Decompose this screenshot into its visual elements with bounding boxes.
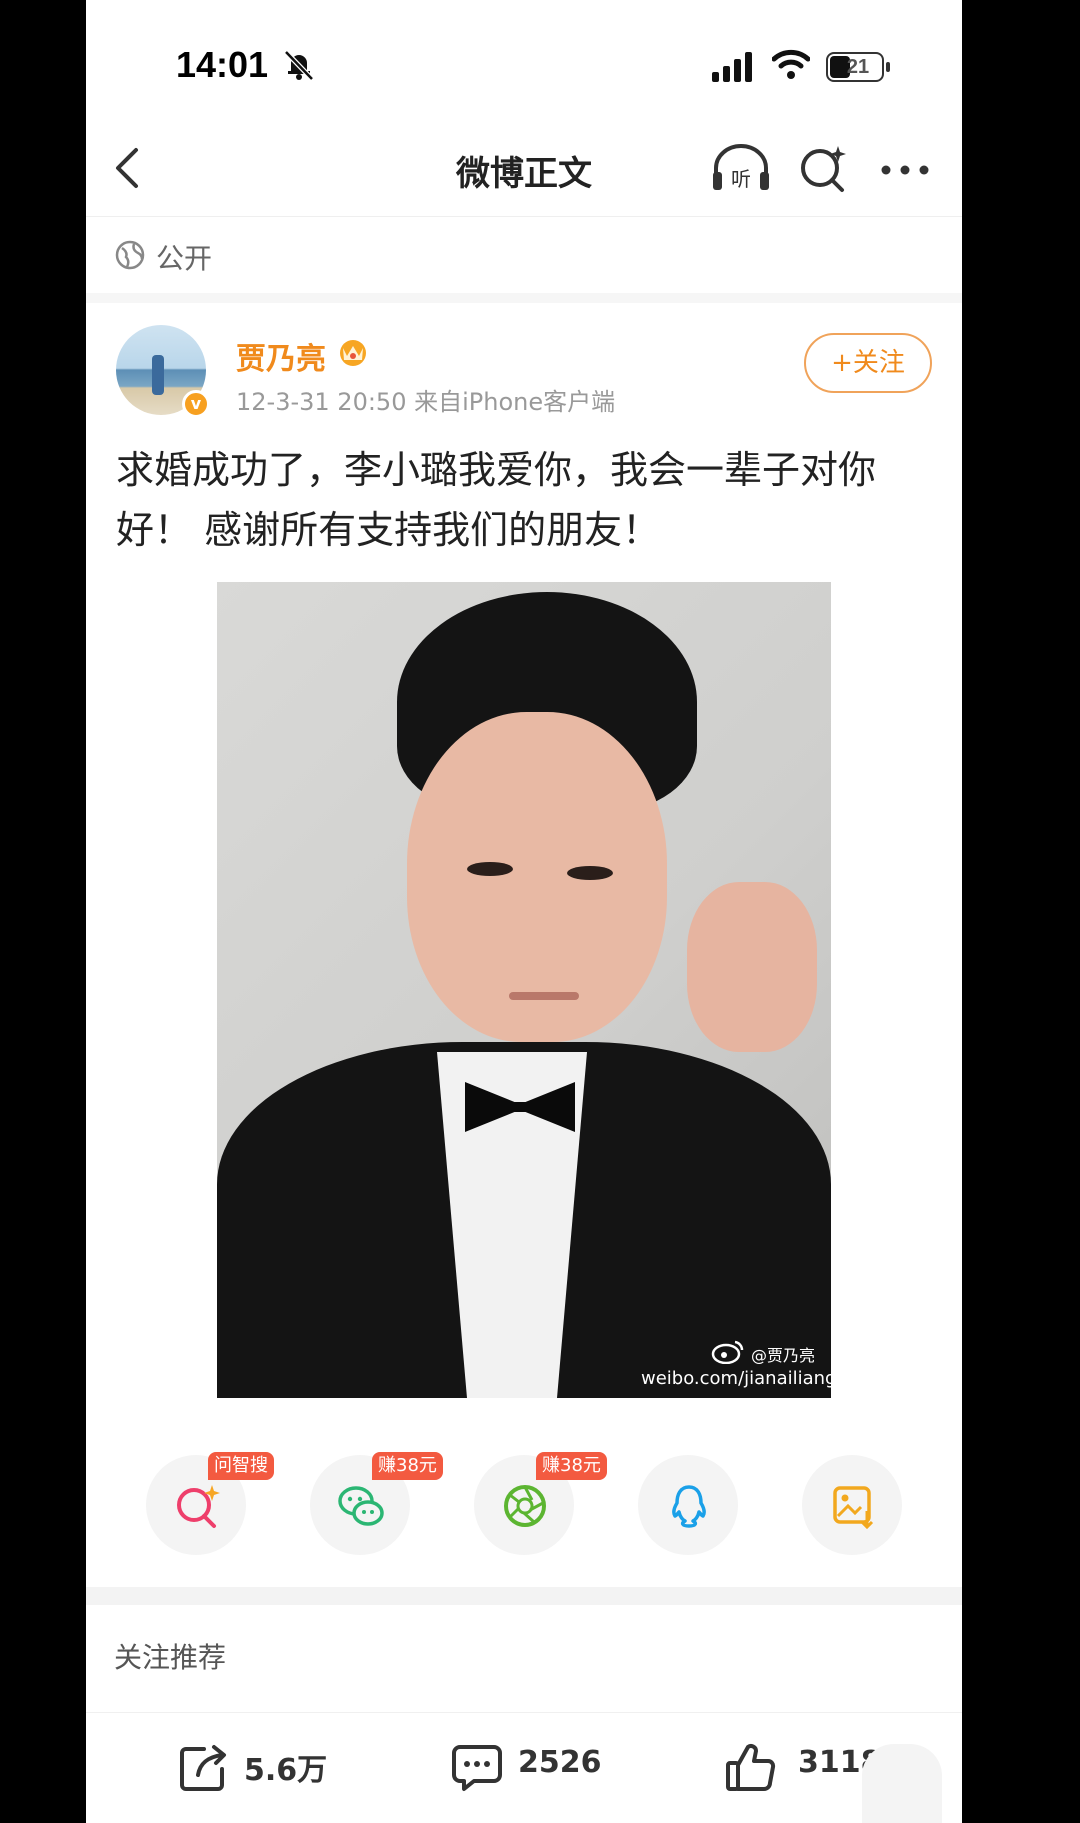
action-bar: 5.6万 2526 3118 [86,1712,962,1823]
share-qq-button[interactable] [638,1455,738,1555]
like-icon[interactable] [724,1741,778,1795]
tag-wechat: 赚38元 [372,1452,443,1480]
image-watermark-handle: @贾乃亮 [751,1346,816,1365]
ai-search-icon [177,1485,220,1528]
ai-search-icon[interactable] [798,142,848,194]
sticker-overlay [862,1744,942,1823]
status-time: 14:01 [176,44,269,85]
post-image[interactable]: @贾乃亮 weibo.com/jianailiang [217,582,831,1398]
qq-icon [672,1485,706,1528]
tag-moments: 赚38元 [536,1452,607,1480]
repost-count[interactable]: 5.6万 [244,1745,327,1789]
status-bar: 14:01 21 [86,0,962,120]
wifi-icon [772,49,810,79]
follow-button[interactable]: +关注 [804,333,932,393]
save-image-button[interactable] [802,1455,902,1555]
mute-bell-icon [284,50,314,81]
author-name[interactable]: 贾乃亮 [236,334,326,378]
moments-icon [504,1485,546,1527]
visibility-row: 公开 [86,217,962,303]
signal-icon [712,52,752,82]
section-divider [86,1587,962,1605]
crown-icon[interactable] [336,334,370,368]
battery-level: 21 [846,56,870,78]
image-watermark-url: weibo.com/jianailiang [641,1368,831,1389]
wechat-icon [338,1486,384,1526]
weibo-logo-icon [711,1340,744,1364]
listen-icon[interactable]: 听 [710,142,772,194]
verified-badge: v [182,390,210,418]
visibility-label: 公开 [156,242,213,275]
globe-icon [115,240,145,270]
recommend-title: 关注推荐 [114,1641,227,1674]
nav-bar: 微博正文 听 [86,120,962,217]
save-image-icon [833,1486,874,1529]
repost-icon[interactable] [176,1741,230,1795]
post-meta: 12-3-31 20:50 来自iPhone客户端 [236,388,616,416]
battery-indicator: 21 [826,52,890,82]
post-text: 求婚成功了，李小璐我爱你，我会一辈子对你好！ 感谢所有支持我们的朋友！ [116,448,877,552]
more-icon[interactable] [880,164,930,176]
comment-icon[interactable] [450,1741,504,1795]
weibo-screen: 14:01 21 微博正文 听 公开 v 贾乃亮 12-3-31 20:50 来… [86,0,962,1823]
comment-count[interactable]: 2526 [518,1745,602,1780]
svg-text:听: 听 [731,167,751,191]
tag-ai-search: 问智搜 [208,1452,274,1480]
